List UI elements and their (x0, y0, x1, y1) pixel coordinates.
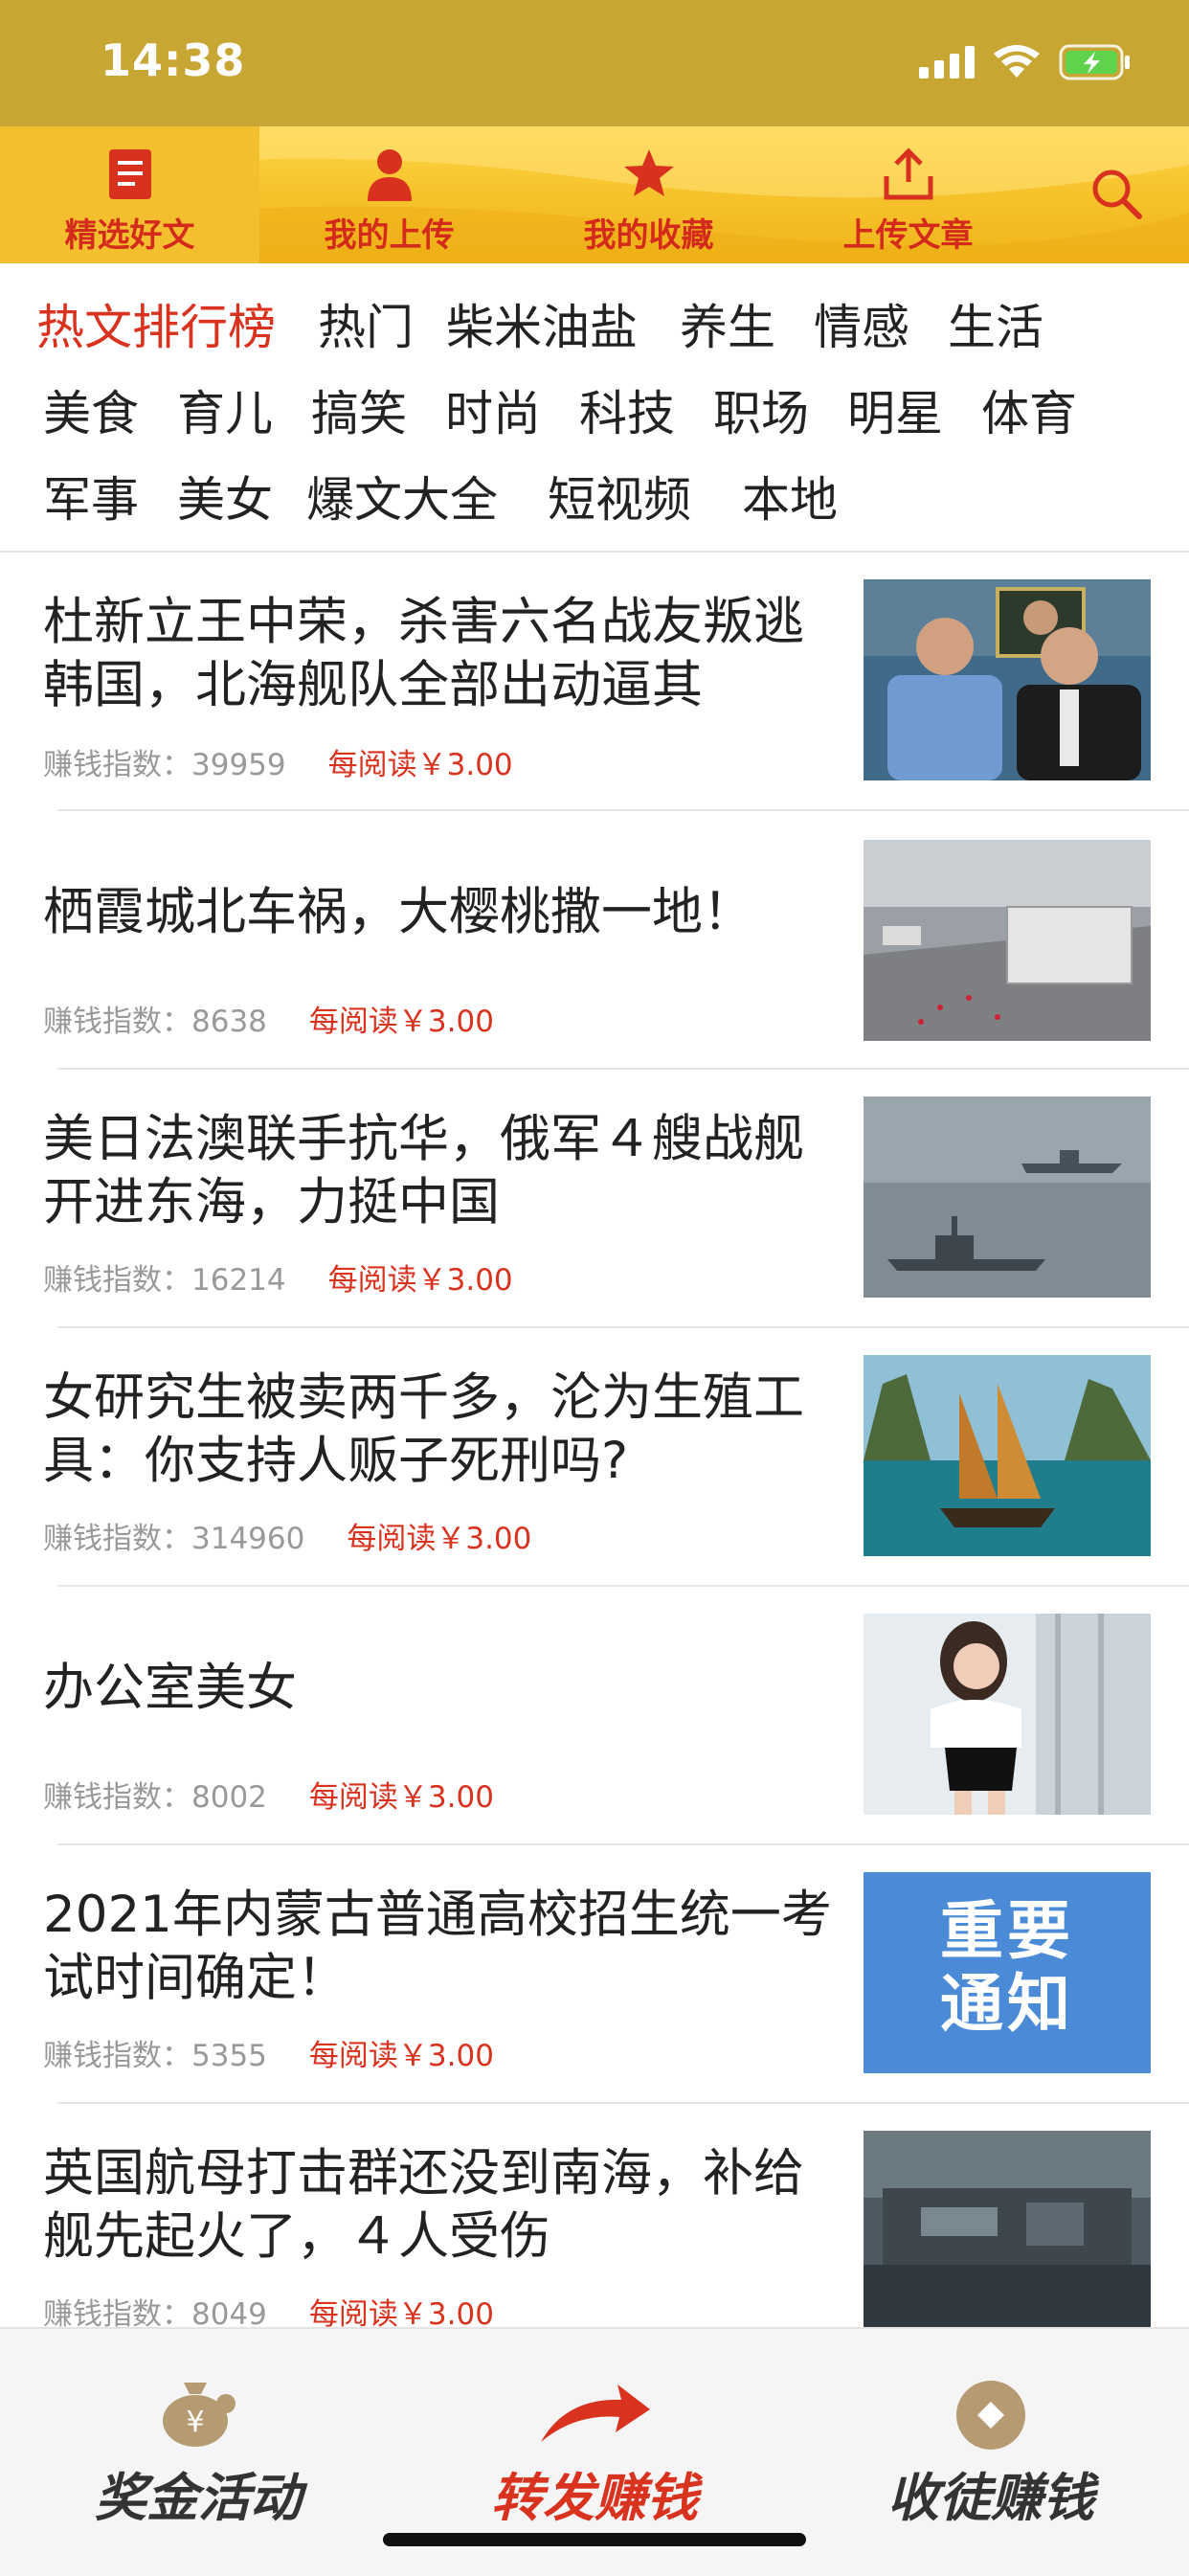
category-short-video[interactable]: 短视频 (548, 462, 691, 531)
earn-index-label: 赚钱指数： (43, 1263, 191, 1298)
article-thumbnail (864, 1096, 1151, 1298)
nav-item-my-uploads[interactable]: 我的上传 (259, 126, 519, 263)
user-icon (367, 149, 412, 201)
category-viral-articles[interactable]: 爆文大全 (306, 462, 498, 531)
signal-icon (919, 46, 975, 79)
article-title: 2021年内蒙古普通高校招生统一考试时间确定！ (43, 1886, 832, 2007)
notice-text-line1: 重要 (940, 1894, 1074, 1968)
upload-icon (884, 147, 932, 200)
article-meta: 赚钱指数：8638 每阅读￥3.00 (43, 997, 494, 1040)
tab-recruit-earn[interactable]: 收徒赚钱 (793, 2329, 1189, 2576)
article-thumbnail (864, 2131, 1151, 2332)
status-bar: 14:38 (0, 0, 1189, 126)
earn-index-value: 5355 (191, 2039, 267, 2073)
tab-label: 转发赚钱 (491, 2468, 698, 2528)
category-celebrity[interactable]: 明星 (847, 375, 943, 444)
article-thumbnail: 重要 通知 (864, 1872, 1151, 2073)
article-title: 杜新立王中荣，杀害六名战友叛逃韩国，北海舰队全部出动逼其 (43, 593, 804, 714)
nav-label: 上传文章 (842, 216, 974, 255)
category-hot-ranking[interactable]: 热文排行榜 (36, 289, 276, 358)
article-thumbnail (864, 1355, 1151, 1556)
earn-index-value: 16214 (191, 1263, 286, 1298)
article-item[interactable]: 办公室美女 赚钱指数：8002 每阅读￥3.00 (0, 1587, 1189, 1845)
article-meta: 赚钱指数：314960 每阅读￥3.00 (43, 1514, 531, 1557)
article-item[interactable]: 杜新立王中荣，杀害六名战友叛逃韩国，北海舰队全部出动逼其 赚钱指数：39959 每… (0, 553, 1189, 811)
article-title: 女研究生被卖两千多，沦为生殖工具：你支持人贩子死刑吗? (43, 1368, 804, 1490)
tab-label: 奖金活动 (95, 2468, 302, 2528)
article-item[interactable]: 英国航母打击群还没到南海，补给舰先起火了，４人受伤 赚钱指数：8049 每阅读￥3… (0, 2104, 1189, 2362)
article-thumbnail (864, 1614, 1151, 1815)
earn-index-label: 赚钱指数： (43, 1780, 191, 1815)
status-time: 14:38 (101, 34, 246, 86)
category-funny[interactable]: 搞笑 (311, 375, 407, 444)
price-per-read: 每阅读￥3.00 (308, 2039, 494, 2073)
category-health[interactable]: 养生 (680, 289, 775, 358)
earn-index-label: 赚钱指数： (43, 748, 191, 782)
wifi-icon (994, 45, 1040, 78)
category-emotion[interactable]: 情感 (814, 289, 909, 358)
article-meta: 赚钱指数：39959 每阅读￥3.00 (43, 740, 513, 783)
earn-index-value: 8638 (191, 1005, 267, 1039)
coin-icon (956, 2381, 1025, 2450)
category-tech[interactable]: 科技 (579, 375, 675, 444)
article-meta: 赚钱指数：5355 每阅读￥3.00 (43, 2031, 494, 2074)
svg-text:¥: ¥ (186, 2406, 204, 2439)
price-per-read: 每阅读￥3.00 (308, 1005, 494, 1039)
article-item[interactable]: 女研究生被卖两千多，沦为生殖工具：你支持人贩子死刑吗? 赚钱指数：314960 每… (0, 1328, 1189, 1587)
article-thumbnail (864, 579, 1151, 780)
article-meta: 赚钱指数：8002 每阅读￥3.00 (43, 1773, 494, 1816)
earn-index-label: 赚钱指数： (43, 2039, 191, 2073)
article-item[interactable]: 2021年内蒙古普通高校招生统一考试时间确定！ 赚钱指数：5355 每阅读￥3.0… (0, 1845, 1189, 2104)
article-item[interactable]: 美日法澳联手抗华，俄军４艘战舰开进东海，力挺中国 赚钱指数：16214 每阅读￥3… (0, 1070, 1189, 1328)
document-icon (108, 149, 151, 199)
tab-bonus-activity[interactable]: ¥ 奖金活动 (0, 2329, 396, 2576)
article-title: 办公室美女 (43, 1659, 297, 1717)
category-sports[interactable]: 体育 (981, 375, 1077, 444)
category-tabs: 热文排行榜 热门 柴米油盐 养生 情感 生活 美食 育儿 搞笑 时尚 科技 职场… (0, 263, 1189, 553)
article-title: 栖霞城北车祸，大樱桃撒一地！ (43, 883, 753, 941)
category-local[interactable]: 本地 (742, 462, 838, 531)
tab-label: 收徒赚钱 (887, 2468, 1094, 2528)
earn-index-value: 39959 (191, 748, 286, 782)
nav-item-my-favorites[interactable]: 我的收藏 (519, 126, 778, 263)
status-icons (919, 44, 1132, 80)
nav-item-featured[interactable]: 精选好文 (0, 126, 259, 263)
notice-text-line2: 通知 (940, 1967, 1074, 2041)
earn-index-label: 赚钱指数： (43, 1005, 191, 1039)
earn-index-label: 赚钱指数： (43, 1522, 191, 1556)
money-bag-icon: ¥ (163, 2383, 236, 2447)
category-parenting[interactable]: 育儿 (177, 375, 273, 444)
top-nav: 精选好文 我的上传 我的收藏 上传文章 (0, 126, 1189, 263)
price-per-read: 每阅读￥3.00 (327, 1263, 513, 1298)
nav-label: 我的收藏 (583, 216, 714, 255)
search-icon[interactable] (1089, 167, 1143, 220)
article-meta: 赚钱指数：16214 每阅读￥3.00 (43, 1255, 513, 1299)
earn-index-value: 8002 (191, 1780, 267, 1815)
article-title: 英国航母打击群还没到南海，补给舰先起火了，４人受伤 (43, 2144, 804, 2266)
price-per-read: 每阅读￥3.00 (327, 748, 513, 782)
category-popular[interactable]: 热门 (318, 289, 414, 358)
share-arrow-icon (541, 2384, 650, 2442)
article-thumbnail (864, 840, 1151, 1041)
battery-icon (1059, 44, 1130, 80)
category-beauty[interactable]: 美女 (177, 462, 273, 531)
nav-label: 精选好文 (64, 216, 195, 255)
category-food[interactable]: 美食 (43, 375, 139, 444)
category-workplace[interactable]: 职场 (713, 375, 809, 444)
category-life[interactable]: 生活 (948, 289, 1043, 358)
price-per-read: 每阅读￥3.00 (308, 1780, 494, 1815)
category-fashion[interactable]: 时尚 (445, 375, 541, 444)
nav-label: 我的上传 (324, 216, 455, 255)
star-icon (623, 149, 674, 196)
category-daily-life[interactable]: 柴米油盐 (446, 289, 638, 358)
article-title: 美日法澳联手抗华，俄军４艘战舰开进东海，力挺中国 (43, 1110, 804, 1232)
earn-index-value: 314960 (191, 1522, 305, 1556)
nav-item-upload-article[interactable]: 上传文章 (778, 126, 1038, 263)
article-item[interactable]: 栖霞城北车祸，大樱桃撒一地！ 赚钱指数：8638 每阅读￥3.00 (0, 811, 1189, 1070)
home-indicator[interactable] (383, 2533, 806, 2546)
category-military[interactable]: 军事 (43, 462, 139, 531)
price-per-read: 每阅读￥3.00 (347, 1522, 532, 1556)
